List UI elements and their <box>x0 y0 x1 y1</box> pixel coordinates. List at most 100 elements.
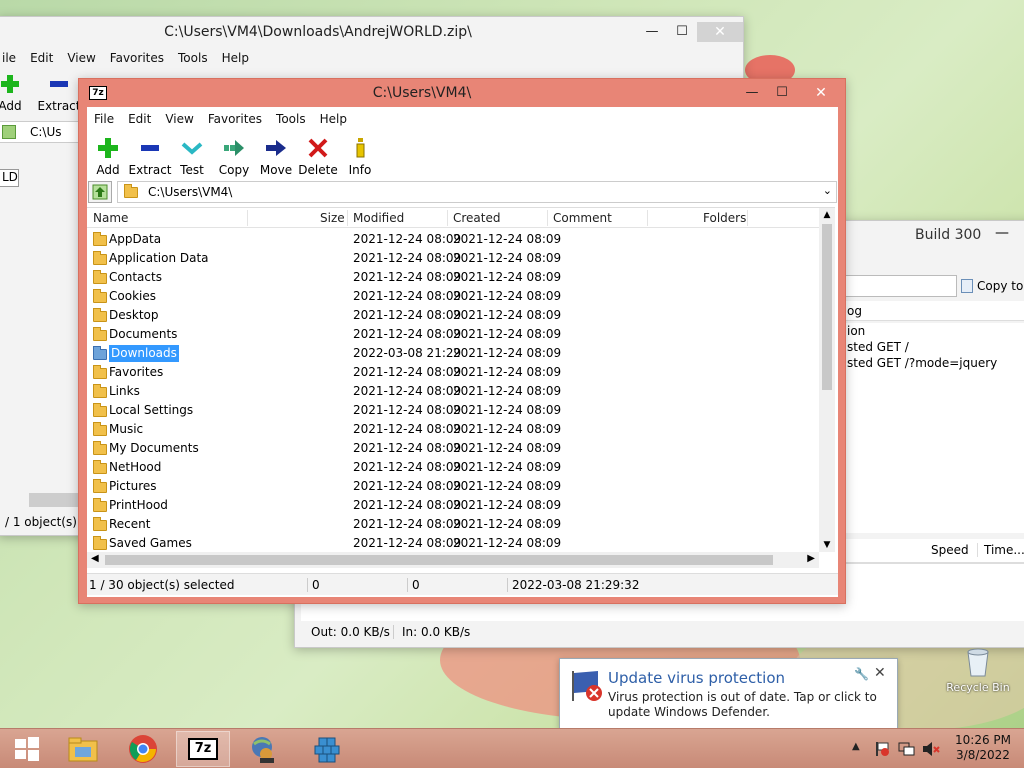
column-speed[interactable]: Speed <box>931 543 969 557</box>
notification-toast[interactable]: Update virus protection Virus protection… <box>559 658 898 729</box>
maximize-button[interactable]: ☐ <box>667 22 697 42</box>
column-modified[interactable]: Modified <box>353 211 404 225</box>
menu-file[interactable]: File <box>87 108 121 130</box>
file-explorer-button[interactable] <box>56 731 110 767</box>
scroll-down-icon[interactable]: ▼ <box>819 538 835 552</box>
chevron-down-icon[interactable]: ⌄ <box>823 184 832 197</box>
start-button[interactable] <box>0 731 54 767</box>
test-icon <box>181 137 203 159</box>
menu-edit[interactable]: Edit <box>121 108 158 130</box>
move-icon <box>265 137 287 159</box>
menu-help[interactable]: Help <box>215 47 256 69</box>
scroll-up-icon[interactable]: ▲ <box>819 208 835 222</box>
settings-icon[interactable]: 🔧 <box>854 667 869 681</box>
clock-time: 10:26 PM <box>955 733 1011 747</box>
scrollbar-thumb[interactable] <box>105 555 773 565</box>
table-row[interactable]: Links 2021-12-24 08:09 2021-12-24 08:09 <box>87 382 819 401</box>
menu-view[interactable]: View <box>158 108 200 130</box>
delete-button[interactable]: Delete <box>297 137 339 177</box>
table-row[interactable]: NetHood 2021-12-24 08:09 2021-12-24 08:09 <box>87 458 819 477</box>
main-7zip-window[interactable]: 7z C:\Users\VM4\ — ☐ ✕ File Edit View Fa… <box>78 78 846 604</box>
file-name: Downloads <box>109 345 179 362</box>
horizontal-scrollbar[interactable]: ◀ ▶ <box>87 552 819 568</box>
table-row[interactable]: PrintHood 2021-12-24 08:09 2021-12-24 08:0… <box>87 496 819 515</box>
scroll-left-icon[interactable]: ◀ <box>91 553 99 564</box>
show-hidden-icons-icon[interactable]: ▲ <box>852 741 860 752</box>
up-folder-icon[interactable] <box>2 125 16 139</box>
chrome-button[interactable] <box>116 731 170 767</box>
volume-muted-icon[interactable] <box>922 741 940 757</box>
address-bar[interactable]: C:\Users\VM4\ ⌄ <box>117 181 837 203</box>
table-row[interactable]: AppData 2021-12-24 08:09 2021-12-24 08:09 <box>87 230 819 249</box>
file-created: 2021-12-24 08:09 <box>453 251 562 265</box>
list-item[interactable]: LD <box>0 169 19 187</box>
window-title: C:\Users\VM4\Downloads\AndrejWORLD.zip\ <box>164 24 472 40</box>
close-button[interactable]: ✕ <box>697 22 743 42</box>
table-row[interactable]: Music 2021-12-24 08:09 2021-12-24 08:09 <box>87 420 819 439</box>
move-button[interactable]: Move <box>255 137 297 177</box>
column-comment[interactable]: Comment <box>553 211 612 225</box>
info-button[interactable]: Info <box>339 137 381 177</box>
table-row[interactable]: Contacts 2021-12-24 08:09 2021-12-24 08:09 <box>87 268 819 287</box>
scrollbar-thumb[interactable] <box>822 224 832 390</box>
menu-help[interactable]: Help <box>313 108 354 130</box>
app-globe-button[interactable] <box>236 731 290 767</box>
menu-tools[interactable]: Tools <box>269 108 313 130</box>
menu-favorites[interactable]: Favorites <box>201 108 269 130</box>
up-folder-button[interactable] <box>88 181 112 203</box>
table-row[interactable]: Favorites 2021-12-24 08:09 2021-12-24 08:0… <box>87 363 819 382</box>
copy-button[interactable]: Copy <box>213 137 255 177</box>
extract-button[interactable]: Extract <box>129 137 172 177</box>
menu-favorites[interactable]: Favorites <box>103 47 171 69</box>
7zip-taskbar-button[interactable]: 7z <box>176 731 230 767</box>
folder-icon <box>93 384 107 398</box>
table-row[interactable]: Desktop 2021-12-24 08:09 2021-12-24 08:09 <box>87 306 819 325</box>
table-row[interactable]: Pictures 2021-12-24 08:09 2021-12-24 08:09 <box>87 477 819 496</box>
copy-to-button[interactable]: Copy to <box>961 275 1023 297</box>
address-bar[interactable]: C:\Us <box>30 125 62 139</box>
folder-icon <box>93 251 107 265</box>
table-row[interactable]: Recent 2021-12-24 08:09 2021-12-24 08:09 <box>87 515 819 534</box>
table-row[interactable]: Local Settings 2021-12-24 08:09 2021-12-24… <box>87 401 819 420</box>
menu-edit[interactable]: Edit <box>23 47 60 69</box>
action-center-flag-icon[interactable] <box>874 741 890 757</box>
maximize-button[interactable]: ☐ <box>767 83 797 103</box>
network-icon[interactable] <box>898 741 916 757</box>
file-name: Application Data <box>109 251 209 265</box>
add-button[interactable]: Add <box>0 73 31 113</box>
text-field[interactable] <box>845 275 957 297</box>
menu-file[interactable]: ile <box>0 47 23 69</box>
minimize-button[interactable]: — <box>995 225 1009 241</box>
scroll-right-icon[interactable]: ▶ <box>807 553 815 564</box>
file-created: 2021-12-24 08:09 <box>453 441 562 455</box>
table-row[interactable]: My Documents 2021-12-24 08:09 2021-12-24 0… <box>87 439 819 458</box>
column-folders[interactable]: Folders <box>703 211 746 225</box>
table-row[interactable]: Documents 2021-12-24 08:09 2021-12-24 08:0… <box>87 325 819 344</box>
menu-tools[interactable]: Tools <box>171 47 215 69</box>
minimize-button[interactable]: — <box>737 83 767 103</box>
test-button[interactable]: Test <box>171 137 213 177</box>
file-name: Recent <box>109 517 151 531</box>
extract-icon <box>48 73 70 95</box>
add-button[interactable]: Add <box>87 137 129 177</box>
minimize-button[interactable]: — <box>637 22 667 42</box>
column-size[interactable]: Size <box>320 211 345 225</box>
file-modified: 2021-12-24 08:09 <box>353 327 462 341</box>
table-row[interactable]: Saved Games 2021-12-24 08:09 2021-12-24 08… <box>87 534 819 552</box>
horizontal-scrollbar[interactable] <box>29 493 79 507</box>
recycle-bin[interactable]: Recycle Bin <box>944 646 1012 694</box>
table-row[interactable]: Downloads 2022-03-08 21:29 2021-12-24 08:0… <box>87 344 819 363</box>
close-button[interactable]: ✕ <box>797 83 845 103</box>
close-icon[interactable]: ✕ <box>874 665 886 681</box>
vertical-scrollbar[interactable]: ▲ ▼ <box>819 208 835 552</box>
menu-view[interactable]: View <box>60 47 102 69</box>
table-row[interactable]: Application Data 2021-12-24 08:09 2021-12-… <box>87 249 819 268</box>
column-time[interactable]: Time... <box>977 543 1024 557</box>
folder-icon <box>93 479 107 493</box>
column-name[interactable]: Name <box>93 211 128 225</box>
column-header-row: Name Size Modified Created Comment Folde… <box>87 208 819 228</box>
clock[interactable]: 10:26 PM 3/8/2022 <box>950 733 1016 763</box>
column-created[interactable]: Created <box>453 211 501 225</box>
table-row[interactable]: Cookies 2021-12-24 08:09 2021-12-24 08:09 <box>87 287 819 306</box>
registry-app-button[interactable] <box>300 731 354 767</box>
